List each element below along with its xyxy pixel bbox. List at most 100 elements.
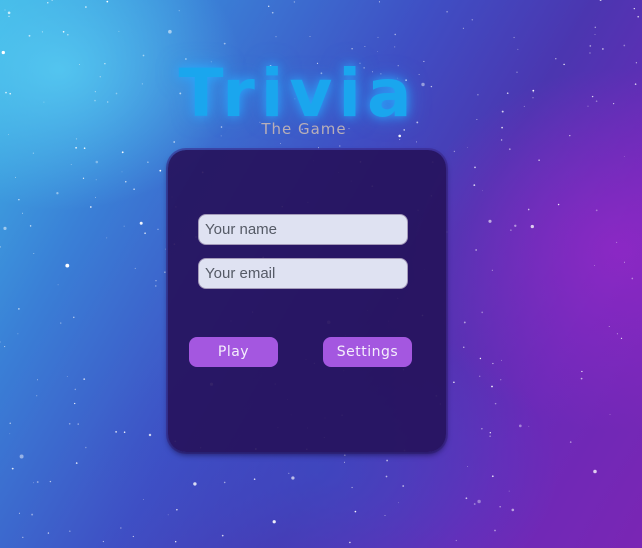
star xyxy=(18,512,20,514)
star xyxy=(491,475,494,478)
settings-button[interactable]: Settings xyxy=(323,337,412,367)
star xyxy=(489,432,491,434)
star xyxy=(176,509,178,511)
star xyxy=(581,370,583,373)
star xyxy=(517,48,519,50)
star xyxy=(377,36,379,38)
star xyxy=(465,497,468,500)
star xyxy=(83,147,86,150)
star xyxy=(7,11,11,15)
star xyxy=(518,424,522,428)
star xyxy=(51,0,53,1)
star xyxy=(344,461,345,463)
star xyxy=(223,42,226,45)
star xyxy=(511,508,515,512)
star xyxy=(17,333,19,335)
star xyxy=(580,377,583,380)
star xyxy=(4,9,6,11)
star xyxy=(402,485,405,487)
star xyxy=(18,308,20,310)
star xyxy=(569,441,572,443)
star xyxy=(32,152,35,154)
star xyxy=(631,277,634,280)
star xyxy=(309,35,311,37)
star xyxy=(36,395,38,397)
star xyxy=(527,208,530,211)
star xyxy=(384,515,386,516)
star xyxy=(616,241,618,243)
star xyxy=(275,36,277,38)
star xyxy=(288,472,290,475)
star xyxy=(602,48,604,50)
name-input[interactable] xyxy=(198,214,408,245)
star xyxy=(139,221,143,225)
star xyxy=(394,46,396,48)
star xyxy=(633,7,635,10)
star xyxy=(18,199,20,201)
star xyxy=(85,6,87,8)
star xyxy=(95,196,96,198)
star xyxy=(623,156,625,157)
star xyxy=(74,388,77,391)
star xyxy=(351,486,353,489)
star xyxy=(510,229,512,231)
star xyxy=(155,280,157,282)
star xyxy=(354,510,357,513)
star xyxy=(66,376,68,378)
star xyxy=(29,225,32,227)
star xyxy=(514,224,517,227)
star xyxy=(132,535,134,538)
star xyxy=(133,188,135,190)
star xyxy=(75,462,78,464)
star xyxy=(82,177,85,179)
star xyxy=(31,513,34,516)
star xyxy=(68,530,71,533)
star xyxy=(95,179,97,181)
star xyxy=(589,52,591,54)
play-button[interactable]: Play xyxy=(189,337,278,367)
star xyxy=(463,321,466,324)
star xyxy=(293,1,296,3)
star xyxy=(291,476,295,480)
star xyxy=(488,219,492,223)
star xyxy=(613,103,615,105)
star xyxy=(463,346,465,348)
email-input[interactable] xyxy=(198,258,408,289)
star xyxy=(83,378,86,380)
star xyxy=(74,402,76,405)
star xyxy=(0,341,1,343)
star xyxy=(467,466,469,467)
star xyxy=(22,212,24,214)
star xyxy=(491,385,493,388)
star xyxy=(33,253,35,255)
star xyxy=(343,454,346,457)
star xyxy=(123,225,125,227)
star xyxy=(500,379,502,381)
star xyxy=(339,145,341,147)
star xyxy=(501,359,502,361)
star xyxy=(14,176,17,178)
star xyxy=(142,54,145,57)
star xyxy=(453,381,455,384)
star xyxy=(221,534,224,537)
star xyxy=(22,536,24,539)
star xyxy=(57,284,59,286)
star xyxy=(446,231,448,233)
star xyxy=(89,206,92,208)
star xyxy=(589,45,592,47)
star xyxy=(477,499,481,504)
star xyxy=(530,224,534,229)
star xyxy=(446,10,448,13)
star xyxy=(68,422,71,425)
star xyxy=(494,529,496,532)
star xyxy=(377,51,378,52)
star xyxy=(508,148,511,151)
star xyxy=(364,46,366,48)
star xyxy=(36,481,39,483)
star xyxy=(394,33,396,36)
star xyxy=(538,159,540,161)
star xyxy=(386,459,389,462)
star xyxy=(634,83,637,85)
star xyxy=(36,379,38,381)
star xyxy=(123,431,126,433)
